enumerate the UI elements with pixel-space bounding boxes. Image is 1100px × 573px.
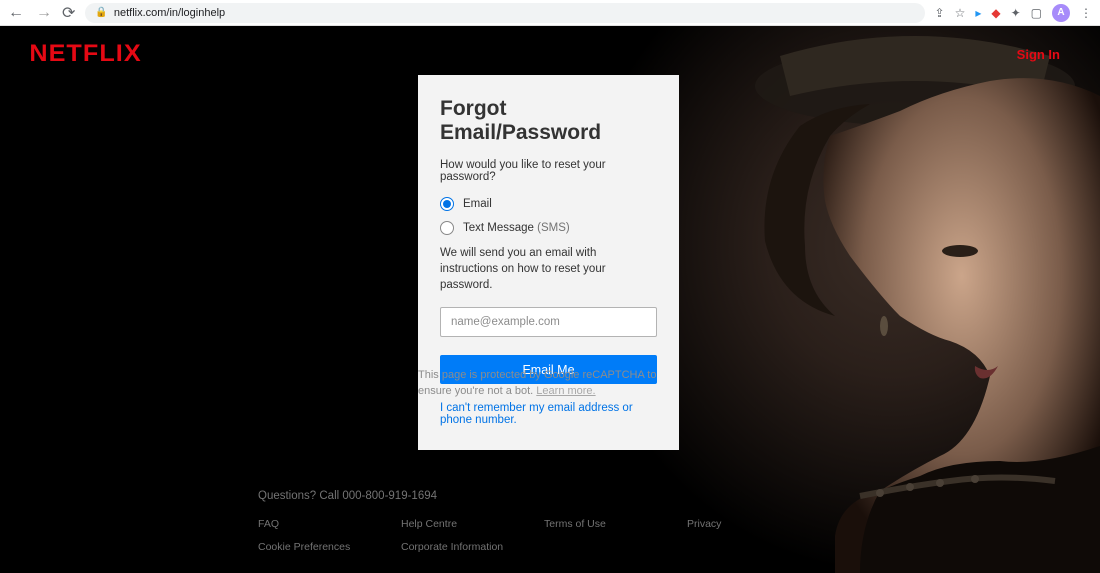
profile-avatar[interactable]: A	[1052, 4, 1070, 22]
reset-question: How would you like to reset your passwor…	[440, 159, 657, 183]
option-sms-row[interactable]: Text Message (SMS)	[440, 221, 657, 235]
footer-link-faq[interactable]: FAQ	[258, 518, 401, 530]
sign-in-link[interactable]: Sign In	[1017, 47, 1060, 62]
cant-remember-link[interactable]: I can't remember my email address or pho…	[440, 402, 657, 426]
back-button[interactable]: ←	[8, 4, 24, 22]
footer-questions: Questions? Call 000-800-919-1694	[258, 490, 1060, 502]
footer-link-help[interactable]: Help Centre	[401, 518, 544, 530]
recaptcha-notice: This page is protected by Google reCAPTC…	[418, 368, 679, 400]
share-icon[interactable]: ⇪	[935, 6, 945, 20]
page-body: NETFLIX Sign In Forgot Email/Password Ho…	[0, 26, 1100, 573]
footer-link-terms[interactable]: Terms of Use	[544, 518, 687, 530]
puzzle-icon[interactable]: ✦	[1011, 6, 1021, 20]
url-text: netflix.com/in/loginhelp	[114, 7, 225, 19]
extension-icons: ⇪ ☆ ▸ ◆ ✦ ▢ A ⋮	[935, 4, 1093, 22]
footer-links: FAQ Help Centre Terms of Use Privacy Coo…	[258, 518, 1060, 553]
instruction-text: We will send you an email with instructi…	[440, 245, 657, 293]
radio-sms-label: Text Message (SMS)	[463, 222, 570, 234]
ext-icon-2[interactable]: ◆	[991, 6, 1000, 20]
star-icon[interactable]: ☆	[955, 6, 966, 20]
netflix-logo[interactable]: NETFLIX	[29, 40, 141, 68]
reload-button[interactable]: ⟳	[62, 3, 75, 23]
radio-email[interactable]	[440, 197, 454, 211]
lock-icon: 🔒	[95, 7, 107, 18]
email-input[interactable]	[440, 307, 657, 337]
browser-toolbar: ← → ⟳ 🔒 netflix.com/in/loginhelp ⇪ ☆ ▸ ◆…	[0, 0, 1100, 26]
radio-email-label: Email	[463, 198, 492, 210]
menu-icon[interactable]: ⋮	[1080, 6, 1092, 20]
address-bar[interactable]: 🔒 netflix.com/in/loginhelp	[85, 3, 924, 23]
option-email-row[interactable]: Email	[440, 197, 657, 211]
radio-sms[interactable]	[440, 221, 454, 235]
ext-icon-1[interactable]: ▸	[975, 6, 981, 20]
page-footer: Questions? Call 000-800-919-1694 FAQ Hel…	[0, 470, 1100, 573]
footer-link-corporate[interactable]: Corporate Information	[401, 541, 544, 553]
footer-link-cookie[interactable]: Cookie Preferences	[258, 541, 401, 553]
page-header: NETFLIX Sign In	[0, 26, 1100, 82]
nav-arrows: ← →	[8, 4, 52, 22]
tab-icon[interactable]: ▢	[1031, 6, 1042, 20]
footer-link-privacy[interactable]: Privacy	[687, 518, 830, 530]
forward-button[interactable]: →	[36, 4, 52, 22]
learn-more-link[interactable]: Learn more.	[536, 385, 595, 397]
card-title: Forgot Email/Password	[440, 97, 657, 145]
